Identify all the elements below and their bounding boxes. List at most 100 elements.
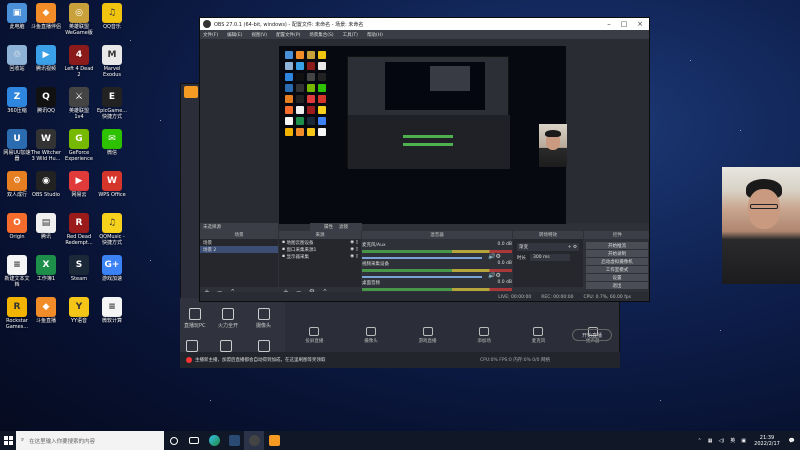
task-view-icon[interactable] [184, 431, 204, 450]
captured-icon [318, 106, 326, 114]
desktop-icon-label: 腾讯QQ [37, 108, 55, 114]
scene-item[interactable]: 场景 2 [200, 246, 278, 253]
settings-button[interactable]: 设置 [586, 274, 648, 281]
start-streaming-button[interactable]: 开始推流 [586, 242, 648, 249]
preview-canvas[interactable] [279, 46, 566, 224]
scene-item[interactable]: 场景 [200, 239, 278, 246]
volume-meter [362, 250, 512, 253]
tray-app-icon[interactable]: ▣ [741, 438, 746, 444]
start-recording-button[interactable]: 开始录制 [586, 250, 648, 257]
menu-item[interactable]: 工具(T) [343, 32, 358, 38]
captured-icon [285, 73, 293, 81]
captured-icon [296, 84, 304, 92]
captured-icon [318, 62, 326, 70]
app-icon: ⚔ [69, 87, 89, 107]
desktop-icon[interactable]: G+ 游戏加速 [93, 255, 131, 282]
search-placeholder: 在这里输入你要搜索的内容 [29, 438, 96, 445]
rec-time: REC: 00:00:00 [541, 295, 574, 300]
app-icon: ♲ [7, 45, 27, 65]
desktop-icon-label: 回收站 [9, 66, 25, 72]
exit-button[interactable]: 退出 [586, 282, 648, 289]
douyu-taskbar-icon[interactable] [264, 431, 284, 450]
speaker-icon[interactable]: 🔊⚙ [488, 272, 501, 279]
transition-select[interactable]: 渐变 + ⚙ [517, 243, 579, 251]
studio-mode-button[interactable]: 工作室模式 [586, 266, 648, 273]
captured-icon [307, 106, 315, 114]
captured-icon [285, 128, 293, 136]
sources-list: ▪ 地图云图设备 ◉ ▯ ▪ 窗口采集来源1 ◉ ▯ ▪ 显示器采集 ◉ ▯ [279, 239, 361, 287]
desktop-icon[interactable]: W WPS Office [93, 171, 131, 198]
desktop-icon-label: 斗鱼直播伴侣 [30, 24, 61, 30]
desktop-icon-label: QQ音乐 [103, 24, 121, 30]
selected-source-label: 未选择源 [200, 223, 278, 231]
nested-preview [385, 62, 485, 110]
properties-button[interactable]: 属性 [324, 224, 333, 230]
tool-pc-live[interactable]: 直播玩PC [184, 308, 206, 329]
desktop-icon[interactable]: ✉ 微信 [93, 129, 131, 156]
volume-slider[interactable] [362, 256, 482, 259]
obs-taskbar-icon[interactable] [244, 431, 264, 450]
desktop-icon[interactable]: E EpicGame... 快捷方式 [93, 87, 131, 120]
menu-item[interactable]: 配置文件(P) [276, 32, 300, 38]
bottom-tool-add-scene[interactable]: 添加场 [477, 326, 491, 344]
clock[interactable]: 21:39 2022/2/17 [750, 435, 784, 447]
maximize-button[interactable]: □ [617, 18, 631, 30]
ime-indicator[interactable]: 英 [730, 437, 735, 444]
camera-icon [365, 326, 376, 336]
filters-button[interactable]: 滤镜 [339, 224, 348, 230]
duration-input[interactable]: 300 ms [530, 254, 570, 261]
edge-icon[interactable] [204, 431, 224, 450]
steam-taskbar-icon[interactable] [224, 431, 244, 450]
eye-icon[interactable]: ◉ ▯ [350, 254, 358, 259]
start-button[interactable] [0, 431, 16, 450]
volume-slider[interactable] [362, 275, 482, 278]
close-button[interactable]: × [633, 18, 647, 30]
eye-icon[interactable]: ◉ ▯ [350, 240, 358, 245]
captured-icon [318, 95, 326, 103]
menu-item[interactable]: 编辑(E) [227, 32, 242, 38]
tool-camera[interactable]: 摄像头 [256, 308, 271, 329]
menu-item[interactable]: 文件(F) [203, 32, 218, 38]
menu-item[interactable]: 帮助(H) [367, 32, 383, 38]
virtual-camera-button[interactable]: 启动虚拟摄像机 [586, 258, 648, 265]
app-icon: ◎ [69, 3, 89, 23]
captured-icon [318, 73, 326, 81]
bottom-tool-game[interactable]: 游戏直播 [419, 326, 437, 344]
obs-window[interactable]: OBS 27.0.1 (64-bit, windows) - 配置文件: 未命名… [199, 17, 650, 302]
notice-icon [186, 357, 192, 363]
menu-item[interactable]: 场景集合(S) [309, 32, 333, 38]
desktop-icon-label: 工作簿1 [36, 276, 56, 282]
app-icon: ▶ [36, 45, 56, 65]
eye-icon[interactable]: ◉ ▯ [350, 247, 358, 252]
desktop-icon[interactable]: ♫ QQ音乐 [93, 3, 131, 30]
scenes-header: 场景 [200, 231, 278, 239]
chevron-up-icon[interactable]: ⌃ [698, 438, 702, 444]
tool-fire[interactable]: 火力全开 [218, 308, 238, 329]
broadcaster-notice-bar: 主播新主播，加盟后直播都会自动得到加成，在这里刷图等奖领取 [180, 352, 620, 368]
desktop-icon[interactable]: ♫ QQMusic - 快捷方式 [93, 213, 131, 246]
notification-icon[interactable]: 💬 [784, 438, 800, 444]
source-item[interactable]: ▪ 窗口采集来源1 ◉ ▯ [279, 246, 361, 253]
speaker-icon[interactable]: 🔊⚙ [488, 253, 501, 260]
taskbar-search[interactable]: ⌕ 在这里输入你要搜索的内容 [16, 431, 164, 450]
minimize-button[interactable]: – [602, 18, 616, 30]
source-item[interactable]: ▪ 显示器采集 ◉ ▯ [279, 253, 361, 260]
bottom-tool-mic[interactable]: 麦克风 [532, 326, 545, 344]
desktop-icon[interactable]: M Marvel Exodus [93, 45, 131, 78]
menu-item[interactable]: 视图(V) [251, 32, 267, 38]
volume-icon[interactable]: ◁) [718, 438, 724, 444]
bottom-tool-camera[interactable]: 摄像头 [364, 326, 378, 344]
obs-logo-icon [203, 20, 211, 28]
desktop-icon-label: Steam [70, 276, 88, 282]
windows-icon [3, 436, 13, 445]
captured-icon [307, 62, 315, 70]
cortana-icon[interactable] [164, 431, 184, 450]
obs-title-bar[interactable]: OBS 27.0.1 (64-bit, windows) - 配置文件: 未命名… [200, 18, 649, 30]
start-live-button[interactable]: 开始直播 [572, 329, 612, 341]
app-icon: ▤ [36, 213, 56, 233]
network-icon[interactable]: ▦ [708, 438, 713, 444]
bottom-tool-cast[interactable]: 投屏直播 [305, 326, 323, 344]
desktop-icon[interactable]: ≡ 微软计算 [93, 297, 131, 324]
desktop-icon-label: EpicGame... 快捷方式 [96, 108, 128, 120]
source-item[interactable]: ▪ 地图云图设备 ◉ ▯ [279, 239, 361, 246]
